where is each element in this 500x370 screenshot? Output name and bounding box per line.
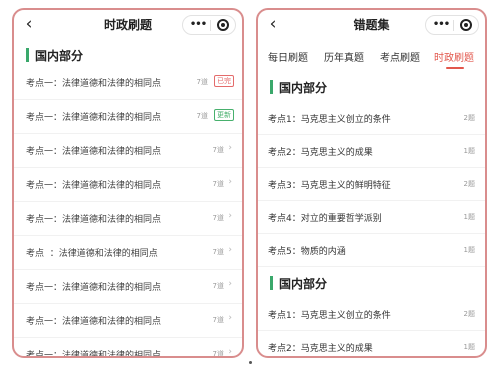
section-marker: [26, 48, 29, 62]
mistake-count: 1题: [463, 213, 475, 221]
question-count: 7道: [212, 214, 224, 222]
topic-label: 考点一：法律道德和法律的相同点: [26, 283, 162, 293]
tab-current-affairs[interactable]: 时政刷题: [434, 49, 474, 64]
topic-row[interactable]: 考点一：法律道德和法律的相同点 7道 ›: [14, 338, 242, 358]
mistake-list: 考点1：马克思主义创立的条件 2题考点2：马克思主义的成果 1题: [258, 298, 485, 356]
left-nav-bar: ‹ 时政刷题 •••: [14, 10, 242, 40]
topic-label: 考点2：马克思主义的成果: [268, 148, 373, 158]
mistake-count: 2题: [463, 310, 475, 318]
page-dot: [249, 361, 252, 364]
section-marker: [270, 276, 273, 290]
question-count: 7道: [212, 350, 224, 358]
topic-label: 考点一：法律道德和法律的相同点: [26, 79, 162, 89]
mistake-row[interactable]: 考点4：对立的重要哲学派别 1题: [258, 201, 485, 234]
topic-list: 考点一：法律道德和法律的相同点 7道 已完 考点一：法律道德和法律的相同点 7道 更新 考点…: [14, 66, 242, 358]
mistake-row[interactable]: 考点2：马克思主义的成果 1题: [258, 135, 485, 168]
mistake-count: 2题: [463, 180, 475, 188]
question-count: 7道: [212, 180, 224, 188]
status-badge: 更新: [214, 109, 234, 121]
capsule-divider: [453, 20, 454, 31]
right-screen: ‹ 错题集 ••• 每日刷题 历年真题 考点刷题 时政刷题 国内部分 考点1：马…: [256, 8, 487, 358]
chevron-right-icon: ›: [228, 245, 232, 255]
section-header: 国内部分: [258, 76, 485, 98]
topic-label: 考点1：马克思主义创立的条件: [268, 115, 391, 125]
mistake-count: 1题: [463, 343, 475, 351]
question-count: 7道: [212, 248, 224, 256]
left-screen: ‹ 时政刷题 ••• 国内部分 考点一：法律道德和法律的相同点 7道 已完 考点一：法…: [12, 8, 244, 358]
mistake-row[interactable]: 考点3：马克思主义的鲜明特征 2题: [258, 168, 485, 201]
topic-row[interactable]: 考点 ：法律道德和法律的相同点 7道 ›: [14, 236, 242, 270]
mistake-row[interactable]: 考点5：物质的内涵 1题: [258, 234, 485, 267]
topic-row[interactable]: 考点一：法律道德和法律的相同点 7道 ›: [14, 304, 242, 338]
topic-row[interactable]: 考点一：法律道德和法律的相同点 7道 ›: [14, 168, 242, 202]
section-title: 国内部分: [279, 276, 328, 291]
topic-label: 考点5：物质的内涵: [268, 247, 346, 257]
mistake-count: 1题: [463, 246, 475, 254]
mini-program-capsule: •••: [425, 15, 479, 35]
chevron-right-icon: ›: [228, 177, 232, 187]
topic-label: 考点一：法律道德和法律的相同点: [26, 351, 162, 358]
topic-row[interactable]: 考点一：法律道德和法律的相同点 7道 ›: [14, 202, 242, 236]
topic-label: 考点一：法律道德和法律的相同点: [26, 317, 162, 327]
category-tabs: 每日刷题 历年真题 考点刷题 时政刷题: [258, 42, 485, 70]
topic-label: 考点1：马克思主义创立的条件: [268, 311, 391, 321]
section-block-1: 国内部分 考点1：马克思主义创立的条件 2题 考点2：马克思主义的成果 1题 考点3：马…: [258, 76, 485, 267]
section-title: 国内部分: [35, 48, 84, 63]
question-count: 7道: [196, 112, 208, 120]
more-options-icon[interactable]: •••: [188, 16, 208, 34]
section-title: 国内部分: [279, 80, 328, 95]
mistake-list: 考点1：马克思主义创立的条件 2题 考点2：马克思主义的成果 1题 考点3：马克思主义的…: [258, 102, 485, 267]
section-header: 国内部分: [14, 44, 242, 66]
capsule-divider: [210, 20, 211, 31]
right-nav-bar: ‹ 错题集 •••: [258, 10, 485, 40]
topic-label: 考点一：法律道德和法律的相同点: [26, 215, 162, 225]
chevron-right-icon: ›: [228, 211, 232, 221]
topic-label: 考点一：法律道德和法律的相同点: [26, 147, 162, 157]
chevron-right-icon: ›: [228, 347, 232, 357]
active-tab-indicator: [446, 67, 464, 69]
topic-label: 考点一：法律道德和法律的相同点: [26, 113, 162, 123]
tab-daily[interactable]: 每日刷题: [268, 49, 308, 64]
chevron-right-icon: ›: [228, 313, 232, 323]
chevron-right-icon: ›: [228, 143, 232, 153]
close-target-icon[interactable]: [217, 19, 229, 31]
topic-label: 考点4：对立的重要哲学派别: [268, 214, 382, 224]
mistake-count: 1题: [463, 147, 475, 155]
mistake-row[interactable]: 考点2：马克思主义的成果 1题: [258, 331, 485, 356]
more-options-icon[interactable]: •••: [431, 16, 451, 34]
section-marker: [270, 80, 273, 94]
section-block-2: 国内部分 考点1：马克思主义创立的条件 2题考点2：马克思主义的成果 1题: [258, 272, 485, 356]
tab-past-exams[interactable]: 历年真题: [324, 49, 364, 64]
mini-program-capsule: •••: [182, 15, 236, 35]
topic-label: 考点一：法律道德和法律的相同点: [26, 181, 162, 191]
topic-row[interactable]: 考点一：法律道德和法律的相同点 7道 ›: [14, 134, 242, 168]
question-count: 7道: [212, 282, 224, 290]
topic-label: 考点 ：法律道德和法律的相同点: [26, 249, 158, 259]
mistake-row[interactable]: 考点1：马克思主义创立的条件 2题: [258, 102, 485, 135]
tab-topics[interactable]: 考点刷题: [380, 49, 420, 64]
section-header: 国内部分: [258, 272, 485, 294]
topic-row[interactable]: 考点一：法律道德和法律的相同点 7道 ›: [14, 270, 242, 304]
topic-row[interactable]: 考点一：法律道德和法律的相同点 7道 更新: [14, 100, 242, 134]
question-count: 7道: [196, 78, 208, 86]
topic-label: 考点3：马克思主义的鲜明特征: [268, 181, 391, 191]
mistake-row[interactable]: 考点1：马克思主义创立的条件 2题: [258, 298, 485, 331]
question-count: 7道: [212, 146, 224, 154]
status-badge: 已完: [214, 75, 234, 87]
topic-row[interactable]: 考点一：法律道德和法律的相同点 7道 已完: [14, 66, 242, 100]
question-count: 7道: [212, 316, 224, 324]
mistake-count: 2题: [463, 114, 475, 122]
topic-label: 考点2：马克思主义的成果: [268, 344, 373, 354]
close-target-icon[interactable]: [460, 19, 472, 31]
chevron-right-icon: ›: [228, 279, 232, 289]
